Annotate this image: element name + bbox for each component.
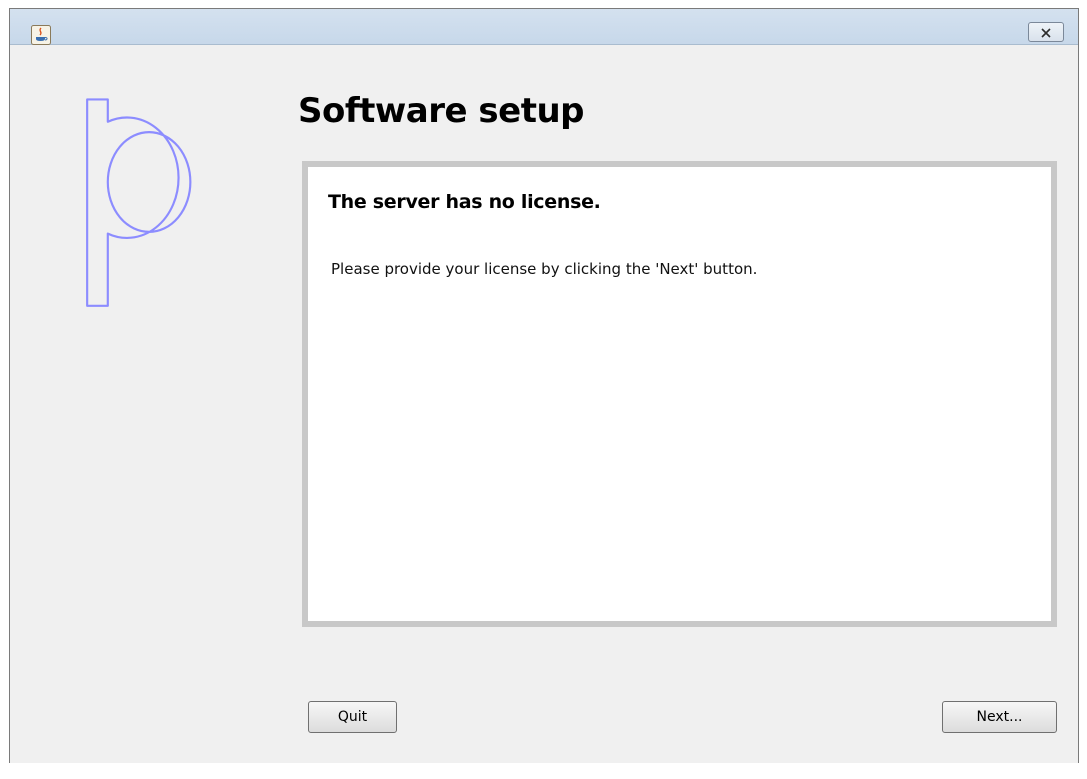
setup-window: Software setup The server has no license… [9,8,1079,763]
p-logo [86,98,192,307]
message-body: Please provide your license by clicking … [331,260,758,278]
close-button[interactable] [1028,22,1064,42]
client-area: Software setup The server has no license… [10,45,1078,763]
close-icon [1040,23,1052,42]
message-heading: The server has no license. [328,191,601,213]
quit-button[interactable]: Quit [308,701,397,733]
page-title: Software setup [298,91,585,131]
title-bar[interactable] [10,9,1078,45]
message-panel: The server has no license. Please provid… [302,161,1057,627]
java-icon [31,25,51,45]
next-button[interactable]: Next... [942,701,1057,733]
